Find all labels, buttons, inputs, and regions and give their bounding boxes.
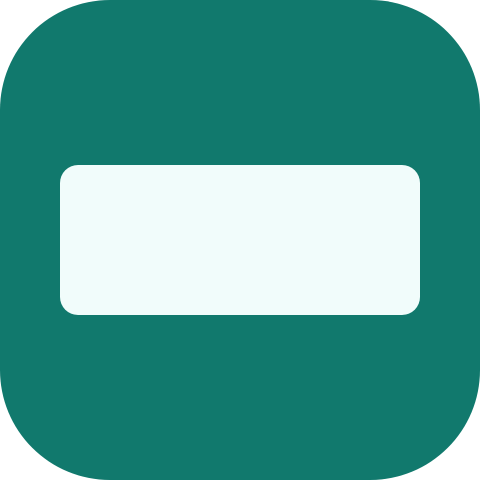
minus-icon — [60, 165, 420, 315]
icon-canvas — [0, 0, 480, 480]
app-icon-tile[interactable] — [0, 0, 480, 480]
